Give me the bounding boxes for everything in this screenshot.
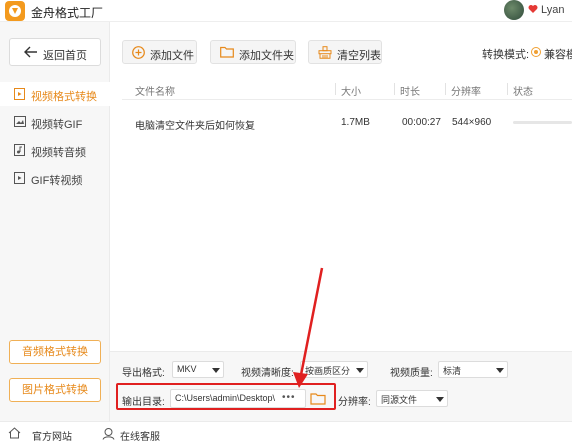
chevron-down-icon <box>356 368 364 373</box>
export-format-value: MKV <box>177 364 197 374</box>
app-logo-icon <box>5 1 25 21</box>
plus-circle-icon <box>132 46 145 59</box>
resolution-label: 分辨率: <box>338 397 371 408</box>
convert-mode-label: 转换模式: <box>482 49 530 61</box>
image-icon <box>14 116 26 127</box>
quality-select[interactable]: 标清 <box>438 361 508 378</box>
column-divider <box>507 83 508 95</box>
column-divider <box>445 83 446 95</box>
broom-icon <box>318 46 332 59</box>
sidebar-item-label: 视频转GIF <box>31 119 83 131</box>
footer: 官方网站 在线客服 <box>0 421 572 444</box>
sidebar-item-video-convert[interactable]: 视频格式转换 <box>0 82 110 106</box>
add-file-button[interactable]: 添加文件 <box>122 40 197 64</box>
sidebar-item-gif-to-video[interactable]: GIF转视频 <box>0 166 110 190</box>
column-divider <box>335 83 336 95</box>
resolution-value: 同源文件 <box>381 395 418 405</box>
user-avatar[interactable] <box>504 0 524 20</box>
home-button[interactable]: 返回首页 <box>9 38 101 66</box>
file-name-cell: 电脑清空文件夹后如何恢复 <box>135 121 255 132</box>
clear-list-button[interactable]: 清空列表 <box>308 40 382 64</box>
customer-service-icon <box>102 428 115 440</box>
clarity-value: 按画质区分 <box>305 366 351 376</box>
folder-icon <box>220 46 234 58</box>
audio-file-icon <box>14 144 25 156</box>
add-file-label: 添加文件 <box>150 50 194 62</box>
add-folder-button[interactable]: 添加文件夹 <box>210 40 296 64</box>
video-file-icon <box>14 172 25 184</box>
column-header-status[interactable]: 状态 <box>513 83 533 98</box>
online-support-link[interactable]: 在线客服 <box>120 428 160 443</box>
vip-heart-icon <box>528 5 538 13</box>
chevron-down-icon <box>496 368 504 373</box>
file-table-header: 文件名称 大小 时长 分辨率 状态 <box>122 78 572 100</box>
column-header-name[interactable]: 文件名称 <box>135 83 175 98</box>
chevron-down-icon <box>436 397 444 402</box>
compatible-mode-radio[interactable] <box>531 47 541 57</box>
quality-label: 视频质量: <box>390 368 433 379</box>
annotation-highlight-box <box>116 383 336 410</box>
audio-format-convert-button[interactable]: 音频格式转换 <box>9 340 101 364</box>
video-file-icon <box>14 88 25 100</box>
file-resolution-cell: 544×960 <box>452 117 492 128</box>
sidebar: 返回首页 视频格式转换 视频转GIF 视频转音频 GIF转视频 音频格式转换 图… <box>0 22 110 422</box>
sidebar-item-label: GIF转视频 <box>31 175 83 187</box>
export-format-label: 导出格式: <box>122 368 165 379</box>
table-row[interactable]: 电脑清空文件夹后如何恢复 1.7MB 00:00:27 544×960 <box>122 108 572 138</box>
home-icon <box>8 427 21 439</box>
export-format-select[interactable]: MKV <box>172 361 224 378</box>
image-format-convert-button[interactable]: 图片格式转换 <box>9 378 101 402</box>
app-title: 金舟格式工厂 <box>31 6 104 20</box>
resolution-select[interactable]: 同源文件 <box>376 390 448 407</box>
title-bar: 金舟格式工厂 Lyan <box>0 0 572 22</box>
add-folder-label: 添加文件夹 <box>239 50 294 62</box>
back-arrow-icon <box>24 46 37 58</box>
sidebar-item-label: 视频转音频 <box>31 147 86 159</box>
column-header-resolution[interactable]: 分辨率 <box>451 83 481 98</box>
column-header-size[interactable]: 大小 <box>341 83 361 98</box>
chevron-down-icon <box>212 368 220 373</box>
sidebar-item-label: 视频格式转换 <box>31 91 97 103</box>
sidebar-item-video-to-gif[interactable]: 视频转GIF <box>0 110 110 134</box>
file-duration-cell: 00:00:27 <box>402 117 441 128</box>
clarity-label: 视频清晰度: <box>241 368 294 379</box>
quality-value: 标清 <box>443 366 462 376</box>
column-header-duration[interactable]: 时长 <box>400 83 420 98</box>
compatible-mode-label[interactable]: 兼容模 <box>544 46 572 62</box>
official-website-link[interactable]: 官方网站 <box>32 428 72 443</box>
home-button-label: 返回首页 <box>43 50 87 62</box>
file-size-cell: 1.7MB <box>341 117 370 128</box>
sidebar-item-video-to-audio[interactable]: 视频转音频 <box>0 138 110 162</box>
column-divider <box>394 83 395 95</box>
clarity-select[interactable]: 按画质区分 <box>300 361 368 378</box>
user-name[interactable]: Lyan <box>541 4 564 16</box>
clear-list-label: 清空列表 <box>337 50 381 62</box>
status-progress-bar <box>513 121 572 124</box>
